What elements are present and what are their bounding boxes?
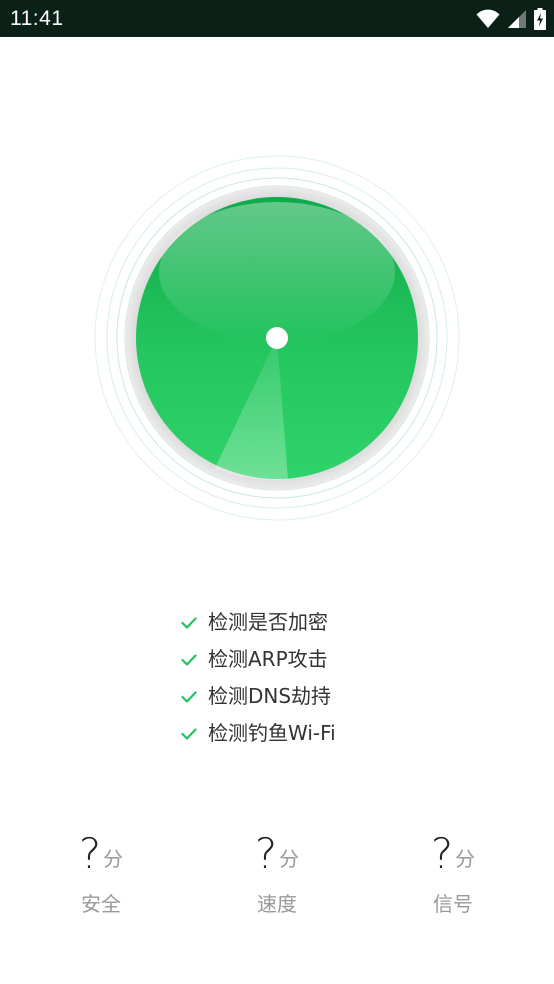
score-unit: 分 (103, 847, 124, 871)
score-value: ? (254, 829, 278, 878)
status-icons (476, 6, 546, 32)
check-icon (180, 725, 198, 743)
cellular-signal-icon (508, 10, 526, 28)
battery-charging-icon (534, 8, 546, 30)
gauge-sheen (159, 202, 395, 342)
score-label: 速度 (257, 892, 297, 916)
wifi-icon (476, 9, 500, 29)
check-icon (180, 614, 198, 632)
gauge-center-dot (266, 327, 288, 349)
check-item-encryption: 检测是否加密 (180, 604, 336, 641)
score-summary: ? 分 安全 ? 分 速度 ? 分 信号 (0, 826, 554, 926)
score-speed: ? 分 速度 (217, 826, 337, 917)
check-label: 检测DNS劫持 (208, 684, 332, 708)
score-value: ? (430, 829, 454, 878)
score-label: 安全 (81, 892, 121, 916)
check-item-phishing: 检测钓鱼Wi-Fi (180, 715, 336, 752)
scan-gauge[interactable] (92, 154, 462, 524)
score-security: ? 分 安全 (41, 826, 161, 917)
check-list: 检测是否加密 检测ARP攻击 检测DNS劫持 检测钓鱼Wi-Fi (180, 604, 336, 752)
score-value: ? (78, 829, 102, 878)
check-item-dns: 检测DNS劫持 (180, 678, 336, 715)
check-label: 检测ARP攻击 (208, 647, 328, 671)
check-icon (180, 651, 198, 669)
check-label: 检测钓鱼Wi-Fi (208, 721, 336, 745)
check-item-arp: 检测ARP攻击 (180, 641, 336, 678)
score-unit: 分 (455, 847, 476, 871)
status-time: 11:41 (10, 7, 64, 30)
score-unit: 分 (279, 847, 300, 871)
check-icon (180, 688, 198, 706)
score-label: 信号 (433, 892, 473, 916)
check-label: 检测是否加密 (208, 610, 328, 634)
status-bar: 11:41 (0, 0, 554, 37)
score-signal: ? 分 信号 (393, 826, 513, 917)
